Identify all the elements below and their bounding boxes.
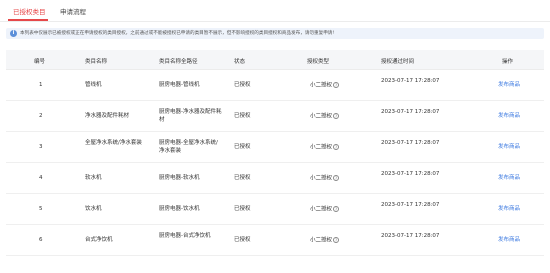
cell-category-name: 全屋净水系统/净水套装 bbox=[85, 140, 142, 146]
cell-category-name: 台式净饮机 bbox=[85, 237, 113, 243]
cell-auth-type: 小二授权? bbox=[310, 206, 340, 214]
auth-type-label: 小二授权 bbox=[310, 144, 333, 151]
table-row: 6 台式净饮机 厨房电器-台式净饮机已授权 小二授权? 2023-07-17 17:28… bbox=[6, 225, 544, 256]
publish-product-link[interactable]: 发布商品 bbox=[498, 237, 520, 245]
column-header-auth-type: 授权类型 bbox=[307, 59, 330, 65]
cell-status: 已授权 bbox=[234, 175, 251, 181]
publish-product-link[interactable]: 发布商品 bbox=[498, 144, 520, 152]
tab-authorized-categories[interactable]: 已授权类目 bbox=[13, 6, 46, 16]
table-row: 1 管线机 厨房电器-管线机 已授权 小二授权? 2023-07-17 17:28:07 发… bbox=[6, 70, 544, 101]
cell-no: 4 bbox=[39, 175, 43, 181]
cell-auth-type: 小二授权? bbox=[310, 113, 340, 121]
cell-auth-time: 2023-07-17 17:28:07 bbox=[381, 233, 440, 239]
cell-auth-type: 小二授权? bbox=[310, 82, 340, 90]
publish-product-link[interactable]: 发布商品 bbox=[498, 206, 520, 214]
cell-category-name: 管线机 bbox=[85, 82, 102, 88]
notice-banner: i 本列表中仅展示已被授权或正在申请授权的类目授权，之前通过或不能被授权已申请的… bbox=[6, 28, 544, 39]
tab-application-process[interactable]: 申请流程 bbox=[60, 6, 86, 16]
info-icon: i bbox=[10, 30, 17, 37]
cell-category-name: 净水器及配件耗材 bbox=[85, 113, 130, 119]
cell-status: 已授权 bbox=[234, 206, 251, 212]
table-row: 3 全屋净水系统/净水套装 厨房电器-全屋净水系统/净水套装 已授权 小二授权? 2023… bbox=[6, 132, 544, 163]
column-header-time: 授权通过时间 bbox=[381, 59, 415, 65]
active-tab-indicator bbox=[8, 19, 48, 21]
cell-no: 2 bbox=[39, 113, 43, 119]
tab-bar: 已授权类目 申请流程 bbox=[0, 0, 550, 22]
table-header: 编号 类目名称 类目名称全路径 状态 授权类型 授权通过时间 操作 bbox=[6, 50, 544, 70]
table-row: 2 净水器及配件耗材 厨房电器-净水器及配件耗材 已授权 小二授权? 2023-07-17… bbox=[6, 101, 544, 132]
cell-auth-time: 2023-07-17 17:28:07 bbox=[381, 171, 440, 177]
question-circle-icon[interactable]: ? bbox=[333, 206, 340, 212]
column-header-path: 类目名称全路径 bbox=[159, 59, 198, 65]
column-header-name: 类目名称 bbox=[85, 59, 108, 65]
cell-auth-type: 小二授权? bbox=[310, 144, 340, 152]
notice-text: 本列表中仅展示已被授权或正在申请授权的类目授权，之前通过或不能被授权已申请的类目… bbox=[20, 31, 335, 36]
publish-product-link[interactable]: 发布商品 bbox=[498, 113, 520, 121]
cell-status: 已授权 bbox=[234, 113, 251, 119]
column-header-status: 状态 bbox=[234, 59, 246, 65]
cell-auth-type: 小二授权? bbox=[310, 175, 340, 183]
cell-auth-type: 小二授权? bbox=[310, 237, 340, 245]
cell-category-name: 软水机 bbox=[85, 175, 102, 181]
question-circle-icon[interactable]: ? bbox=[333, 82, 340, 88]
publish-product-link[interactable]: 发布商品 bbox=[498, 82, 520, 90]
auth-type-label: 小二授权 bbox=[310, 237, 333, 244]
column-header-action: 操作 bbox=[502, 59, 514, 65]
question-circle-icon[interactable]: ? bbox=[333, 237, 340, 243]
column-header-no: 编号 bbox=[34, 59, 46, 65]
cell-status: 已授权 bbox=[234, 237, 251, 243]
cell-category-path: 厨房电器-软水机 bbox=[159, 175, 200, 181]
auth-type-label: 小二授权 bbox=[310, 206, 333, 213]
cell-category-name: 饮水机 bbox=[85, 206, 102, 212]
cell-category-path: 厨房电器-全屋净水系统/净水套装 bbox=[159, 140, 218, 154]
cell-category-path: 厨房电器-饮水机 bbox=[159, 206, 200, 212]
table-row: 5 饮水机 厨房电器-饮水机 已授权 小二授权? 2023-07-17 17:28:07 发… bbox=[6, 194, 544, 225]
cell-auth-time: 2023-07-17 17:28:07 bbox=[381, 140, 440, 146]
publish-product-link[interactable]: 发布商品 bbox=[498, 175, 520, 183]
cell-status: 已授权 bbox=[234, 82, 251, 88]
cell-category-path: 厨房电器-台式净饮机 bbox=[159, 233, 211, 239]
cell-category-path: 厨房电器-净水器及配件耗材 bbox=[159, 109, 222, 123]
cell-status: 已授权 bbox=[234, 144, 251, 150]
question-circle-icon[interactable]: ? bbox=[333, 175, 340, 181]
auth-type-label: 小二授权 bbox=[310, 82, 333, 89]
question-circle-icon[interactable]: ? bbox=[333, 144, 340, 150]
cell-auth-time: 2023-07-17 17:28:07 bbox=[381, 202, 440, 208]
cell-no: 6 bbox=[39, 237, 43, 243]
cell-no: 1 bbox=[39, 82, 43, 88]
cell-no: 3 bbox=[39, 144, 43, 150]
auth-type-label: 小二授权 bbox=[310, 175, 333, 182]
question-circle-icon[interactable]: ? bbox=[333, 113, 340, 119]
table-row: 4 软水机 厨房电器-软水机 已授权 小二授权? 2023-07-17 17:28:07 发… bbox=[6, 163, 544, 194]
cell-no: 5 bbox=[39, 206, 43, 212]
cell-category-path: 厨房电器-管线机 bbox=[159, 82, 200, 88]
cell-auth-time: 2023-07-17 17:28:07 bbox=[381, 78, 440, 84]
cell-auth-time: 2023-07-17 17:28:07 bbox=[381, 109, 440, 115]
auth-type-label: 小二授权 bbox=[310, 113, 333, 120]
